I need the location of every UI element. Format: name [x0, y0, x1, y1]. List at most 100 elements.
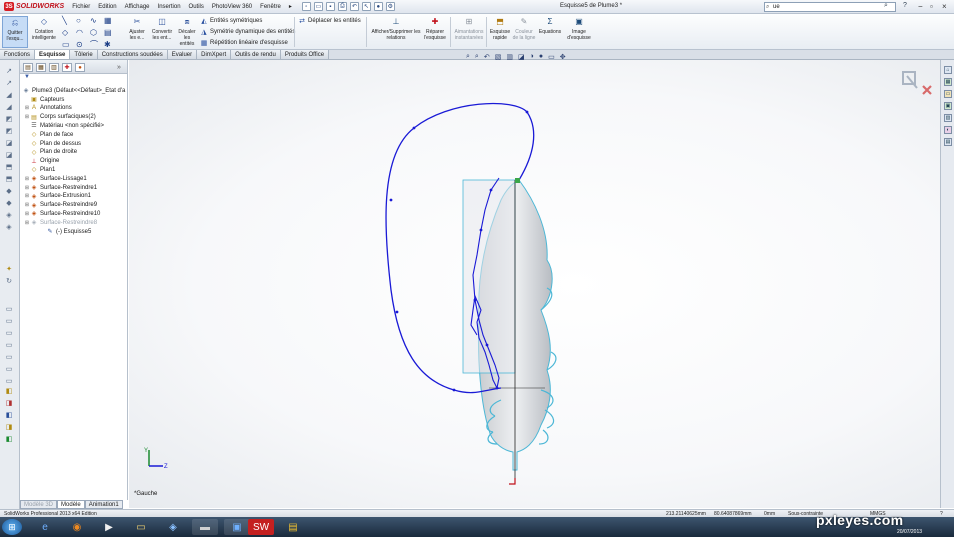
dynamic-mirror-button[interactable]: ◮ Symétrie dynamique des entités [200, 28, 295, 36]
tool-icon[interactable]: ◪ [4, 140, 14, 148]
search-results-icon[interactable]: ▣ [944, 102, 952, 110]
snap-icon[interactable]: ✦ [4, 266, 14, 274]
tool-icon[interactable]: ◩ [4, 128, 14, 136]
app-icon[interactable]: ▣ [224, 519, 250, 535]
tab-esquisse[interactable]: Esquisse [35, 50, 71, 59]
tab-fonctions[interactable]: Fonctions [0, 50, 36, 59]
tool-icon[interactable]: ▭ [4, 342, 14, 350]
dimxpert-tab-icon[interactable]: ✚ [62, 63, 72, 72]
resources-icon[interactable]: ⌂ [944, 66, 952, 74]
tree-item[interactable]: ▣ Capteurs [24, 95, 64, 104]
tool-icon[interactable]: ◨ [4, 400, 14, 408]
tab-produits-office[interactable]: Produits Office [280, 50, 330, 59]
app-icon[interactable]: ▬ [192, 519, 218, 535]
quick-snaps-button[interactable]: ⊞ Aimantations instantanées [452, 16, 486, 42]
property-manager-tab-icon[interactable]: ▦ [36, 63, 46, 72]
print-icon[interactable]: ⎙ [337, 2, 347, 11]
undo-icon[interactable]: ↶ [349, 2, 359, 11]
menu-edition[interactable]: Edition [94, 4, 120, 10]
line-icon[interactable]: ╲ [62, 16, 76, 25]
configuration-manager-tab-icon[interactable]: ▥ [49, 63, 59, 72]
model-viewport[interactable] [129, 60, 940, 508]
polygon-icon[interactable]: ⬡ [90, 28, 104, 37]
menu-insertion[interactable]: Insertion [154, 4, 185, 10]
tree-item[interactable]: ✎ (-) Esquisse5 [40, 227, 91, 236]
graphics-area[interactable]: − ▫ × Y Z [129, 60, 940, 508]
tree-item[interactable]: ⊞ ▤ Corps surfaciques(2) [24, 113, 96, 122]
tool-icon[interactable]: ◧ [4, 412, 14, 420]
restore-button[interactable]: ▫ [930, 2, 933, 11]
tree-item[interactable]: ⊞ ◈ Surface-Lissage1 [24, 174, 87, 183]
feature-tree-tab-icon[interactable]: ▤ [23, 63, 33, 72]
centerline-icon[interactable]: ✱ [104, 40, 118, 49]
tool-icon[interactable]: ◈ [4, 212, 14, 220]
tree-item[interactable]: ◇ Plan de face [24, 130, 74, 139]
save-icon[interactable]: ▪ [325, 2, 335, 11]
solidworks-taskbar-icon[interactable]: SW [248, 519, 274, 535]
folder-icon[interactable]: ▤ [280, 519, 306, 535]
tool-icon[interactable]: ⬒ [4, 176, 14, 184]
close-button[interactable]: × [942, 2, 947, 11]
tool-icon[interactable]: ◢ [4, 104, 14, 112]
tree-item[interactable]: ⊞ A Annotations [24, 104, 72, 113]
view-palette-icon[interactable]: ▥ [944, 114, 952, 122]
equations-button[interactable]: Σ Equations [536, 16, 564, 36]
solidworks-logo[interactable]: 3S SOLIDWORKS [0, 2, 68, 11]
tool-icon[interactable]: ▭ [4, 366, 14, 374]
tool-icon[interactable]: ◩ [4, 116, 14, 124]
tool-icon[interactable]: ◆ [4, 200, 14, 208]
menu-fenetre[interactable]: Fenêtre [256, 4, 285, 10]
tree-item[interactable]: ⊞ ◈ Surface-Restreindre1 [24, 183, 97, 192]
exit-sketch-button[interactable]: ⎌ Quitter l'esqu... [2, 16, 28, 48]
tab-dimxpert[interactable]: DimXpert [197, 50, 232, 59]
tool-icon[interactable]: ◨ [4, 424, 14, 432]
collapse-panel-icon[interactable]: » [114, 63, 124, 72]
menu-photoview[interactable]: PhotoView 360 [208, 4, 256, 10]
menu-affichage[interactable]: Affichage [121, 4, 154, 10]
cancel-sketch-icon[interactable] [922, 85, 932, 95]
tool-icon[interactable]: ↻ [4, 278, 14, 286]
sketch-picture-button[interactable]: ▣ Image d'esquisse [564, 16, 594, 42]
tree-item[interactable]: ⊞ ◈ Surface-Restreindre10 [24, 209, 100, 218]
tool-icon[interactable]: ▭ [4, 354, 14, 362]
fillet-icon[interactable]: ⌒ [90, 40, 104, 49]
trim-entities-button[interactable]: ✂ Ajuster les e... [126, 16, 148, 42]
point-icon[interactable]: ▦ [104, 16, 118, 25]
tree-item[interactable]: ☰ Matériau <non spécifié> [24, 121, 104, 130]
tool-icon[interactable]: ◧ [4, 436, 14, 444]
tree-item[interactable]: ⊞ ◈ Surface-Extrusion1 [24, 192, 91, 201]
app-icon[interactable]: ◈ [160, 519, 186, 535]
rapid-sketch-button[interactable]: ⬒ Esquisse rapide [488, 16, 512, 42]
filter-icon[interactable]: ▼ [20, 74, 127, 80]
tool-icon[interactable]: ◧ [4, 388, 14, 396]
menu-fichier[interactable]: Fichier [68, 4, 94, 10]
tool-icon[interactable]: ▭ [4, 318, 14, 326]
tab-evaluer[interactable]: Evaluer [167, 50, 198, 59]
tool-icon[interactable]: ◢ [4, 92, 14, 100]
menu-more-arrow[interactable]: ▸ [285, 3, 296, 10]
move-entities-button[interactable]: ⇄ Déplacer les entités [298, 17, 361, 25]
display-manager-tab-icon[interactable]: ● [75, 63, 85, 72]
custom-properties-icon[interactable]: ▤ [944, 138, 952, 146]
tab-model[interactable]: Modèle [57, 500, 85, 509]
tool-icon[interactable]: ▭ [4, 378, 14, 386]
tree-item[interactable]: ⊥ Origine [24, 157, 59, 166]
tab-animation[interactable]: Animation1 [84, 500, 123, 509]
tab-model-3d[interactable]: Modèle 3D [20, 500, 58, 509]
options-icon[interactable]: ⚙ [385, 2, 395, 11]
minimize-button[interactable]: − [918, 2, 923, 11]
tool-icon[interactable]: ◆ [4, 188, 14, 196]
circle-icon[interactable]: ○ [76, 16, 90, 25]
help-button[interactable]: ? [903, 2, 907, 9]
tool-icon[interactable]: ↗ [4, 68, 14, 76]
tool-icon[interactable]: ◪ [4, 152, 14, 160]
rebuild-icon[interactable]: ● [373, 2, 383, 11]
tab-constructions-soudees[interactable]: Constructions soudées [97, 50, 168, 59]
tool-icon[interactable]: ⬒ [4, 164, 14, 172]
explorer-icon[interactable]: ▭ [128, 519, 154, 535]
tree-item[interactable]: ⊞ ◈ Surface-Restreindre8 [24, 218, 97, 227]
firefox-icon[interactable]: ◉ [64, 519, 90, 535]
convert-entities-button[interactable]: ◫ Convertir les ent... [150, 16, 174, 42]
ellipse-icon[interactable]: ⊙ [76, 40, 90, 49]
sketch-picture-frame[interactable] [462, 179, 516, 374]
